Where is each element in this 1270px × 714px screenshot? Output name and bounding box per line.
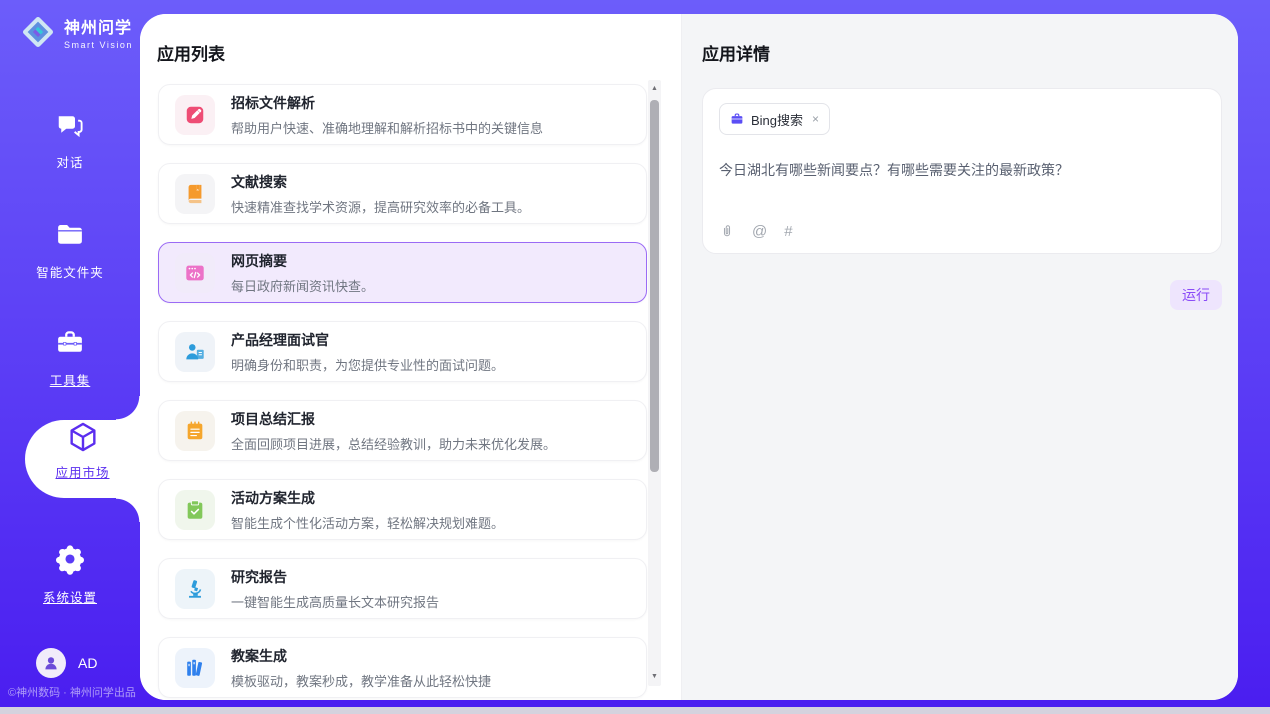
app-card-research-report[interactable]: 研究报告 一键智能生成高质量长文本研究报告 xyxy=(158,558,647,619)
app-card-desc: 一键智能生成高质量长文本研究报告 xyxy=(231,592,439,611)
sidebar-item-smart-folder[interactable]: 智能文件夹 xyxy=(0,220,140,281)
main-content: 应用列表 招标文件解析 帮助用户快速、准确地理解和解析招标书中的关键信息 xyxy=(140,14,1238,700)
gear-icon xyxy=(54,543,86,575)
book-icon xyxy=(175,174,215,214)
interviewer-icon xyxy=(175,332,215,372)
app-card-title: 文献搜索 xyxy=(231,174,287,190)
app-card-title: 教案生成 xyxy=(231,648,287,664)
notepad-icon xyxy=(175,411,215,451)
copyright-text: ©神州数码 · 神州问学出品 xyxy=(8,684,136,700)
chat-icon xyxy=(55,110,85,142)
app-card-title: 项目总结汇报 xyxy=(231,411,315,427)
sidebar-item-label: 对话 xyxy=(0,152,140,171)
app-card-title: 网页摘要 xyxy=(231,253,287,269)
brand-subtitle: Smart Vision xyxy=(64,40,133,50)
sidebar-item-app-market[interactable]: 应用市场 xyxy=(25,420,140,498)
books-icon xyxy=(175,648,215,688)
edit-document-icon xyxy=(175,95,215,135)
scrollbar-thumb[interactable] xyxy=(650,100,659,472)
close-icon[interactable]: × xyxy=(812,112,819,126)
tool-chip-label: Bing搜索 xyxy=(751,110,803,129)
prompt-editor[interactable]: Bing搜索 × 今日湖北有哪些新闻要点？有哪些需要关注的最新政策？ @ # xyxy=(702,88,1222,254)
app-card-web-summary[interactable]: 网页摘要 每日政府新闻资讯快查。 xyxy=(158,242,647,303)
sidebar-item-toolset[interactable]: 工具集 xyxy=(0,328,140,389)
app-list-title: 应用列表 xyxy=(157,40,225,65)
app-card-desc: 每日政府新闻资讯快查。 xyxy=(231,276,374,295)
clipboard-check-icon xyxy=(175,490,215,530)
briefcase-icon xyxy=(730,112,744,126)
cube-icon xyxy=(66,441,100,458)
app-card-desc: 模板驱动，教案秒成，教学准备从此轻松快捷 xyxy=(231,671,491,690)
app-card-desc: 明确身份和职责，为您提供专业性的面试问题。 xyxy=(231,355,504,374)
app-card-desc: 全面回顾项目进展，总结经验教训，助力未来优化发展。 xyxy=(231,434,556,453)
user-account[interactable]: AD xyxy=(36,648,97,678)
brand-name: 神州问学 xyxy=(64,14,133,38)
app-card-bid-document-parsing[interactable]: 招标文件解析 帮助用户快速、准确地理解和解析招标书中的关键信息 xyxy=(158,84,647,145)
user-name: AD xyxy=(78,655,97,671)
web-code-icon xyxy=(175,253,215,293)
sidebar-item-label: 工具集 xyxy=(0,370,140,389)
brand-logo: 神州问学 Smart Vision xyxy=(18,12,133,52)
mention-icon[interactable]: @ xyxy=(752,223,767,240)
tool-chip-bing-search[interactable]: Bing搜索 × xyxy=(719,103,830,135)
sidebar: 神州问学 Smart Vision 对话 智能文件夹 工具集 xyxy=(0,0,140,714)
app-list-panel: 应用列表 招标文件解析 帮助用户快速、准确地理解和解析招标书中的关键信息 xyxy=(140,14,682,700)
sidebar-item-settings[interactable]: 系统设置 xyxy=(0,543,140,606)
app-list-scrollbar[interactable]: ▲ ▼ xyxy=(648,80,661,686)
app-card-desc: 智能生成个性化活动方案，轻松解决规划难题。 xyxy=(231,513,504,532)
scroll-up-icon[interactable]: ▲ xyxy=(648,82,661,96)
app-card-title: 活动方案生成 xyxy=(231,490,315,506)
sidebar-item-label: 系统设置 xyxy=(0,587,140,606)
app-card-desc: 帮助用户快速、准确地理解和解析招标书中的关键信息 xyxy=(231,118,543,137)
app-card-title: 研究报告 xyxy=(231,569,287,585)
app-detail-panel: 应用详情 Bing搜索 × 今日湖北有哪些新闻要点？有哪些需要关注的最新政策？ … xyxy=(682,14,1238,700)
hashtag-icon[interactable]: # xyxy=(784,223,792,240)
app-card-literature-search[interactable]: 文献搜索 快速精准查找学术资源，提高研究效率的必备工具。 xyxy=(158,163,647,224)
app-card-desc: 快速精准查找学术资源，提高研究效率的必备工具。 xyxy=(231,197,530,216)
composer-toolbar: @ # xyxy=(719,223,793,240)
sidebar-item-chat[interactable]: 对话 xyxy=(0,110,140,171)
avatar xyxy=(36,648,66,678)
app-window: 神州问学 Smart Vision 对话 智能文件夹 工具集 xyxy=(0,0,1270,714)
app-card-title: 产品经理面试官 xyxy=(231,332,329,348)
app-card-lesson-plan[interactable]: 教案生成 模板驱动，教案秒成，教学准备从此轻松快捷 xyxy=(158,637,647,698)
run-button[interactable]: 运行 xyxy=(1170,280,1222,310)
sidebar-item-label: 应用市场 xyxy=(25,462,140,481)
window-bottom-strip xyxy=(0,707,1270,714)
toolbox-icon xyxy=(54,328,86,360)
app-card-project-summary[interactable]: 项目总结汇报 全面回顾项目进展，总结经验教训，助力未来优化发展。 xyxy=(158,400,647,461)
prompt-text[interactable]: 今日湖北有哪些新闻要点？有哪些需要关注的最新政策？ xyxy=(719,160,1205,180)
microscope-icon xyxy=(175,569,215,609)
scroll-down-icon[interactable]: ▼ xyxy=(648,670,661,684)
paperclip-icon[interactable] xyxy=(719,224,735,240)
diamond-logo-icon xyxy=(18,12,58,52)
folder-icon xyxy=(54,220,86,252)
sidebar-item-label: 智能文件夹 xyxy=(0,262,140,281)
app-card-title: 招标文件解析 xyxy=(231,95,315,111)
app-card-pm-interviewer[interactable]: 产品经理面试官 明确身份和职责，为您提供专业性的面试问题。 xyxy=(158,321,647,382)
brand-text: 神州问学 Smart Vision xyxy=(64,14,133,50)
app-card-list: 招标文件解析 帮助用户快速、准确地理解和解析招标书中的关键信息 文献搜索 快速精… xyxy=(158,84,647,700)
app-card-event-plan[interactable]: 活动方案生成 智能生成个性化活动方案，轻松解决规划难题。 xyxy=(158,479,647,540)
app-detail-title: 应用详情 xyxy=(702,40,1222,65)
